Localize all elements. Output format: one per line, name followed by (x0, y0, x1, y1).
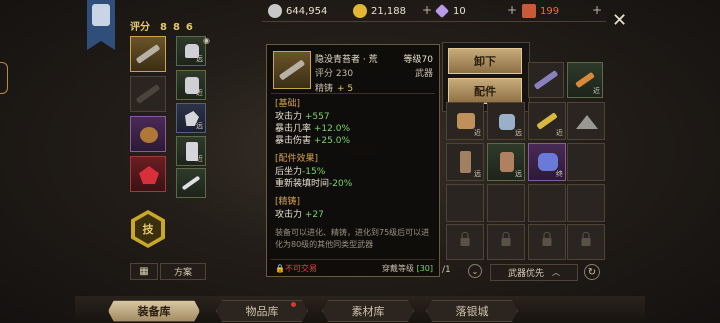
section-title-basic: [基础] (275, 99, 301, 109)
silver-coin-icon (268, 4, 282, 18)
inventory-slot-empty[interactable] (487, 184, 525, 222)
currency-divider (262, 21, 606, 22)
inventory-slot-empty[interactable] (528, 184, 566, 222)
bracer-icon (500, 152, 514, 172)
lock-icon: 🔒 (275, 264, 285, 273)
page-indicator: /1 (442, 265, 451, 275)
add-ticket-button[interactable]: + (592, 3, 602, 17)
equip-slot-relic[interactable] (130, 156, 166, 192)
grid-icon: ▦ (139, 266, 149, 277)
item-tooltip: 隐没青苔者 · 荒 等级70 评分 230 武器 精铸 + 5 [基础] 攻击力 … (266, 44, 440, 277)
dagger-icon (536, 112, 558, 130)
stat-line: 重新装填时间-20% (275, 179, 353, 189)
currency-gold: 21,188 (353, 3, 406, 19)
section-title-refine: [精铸] (275, 197, 301, 207)
currency-silver: 644,954 (268, 3, 327, 19)
refresh-icon[interactable]: ↻ (584, 264, 600, 280)
tab-city[interactable]: 落银城 (426, 300, 518, 322)
shoulder-armor-icon (499, 114, 515, 130)
blade-icon (181, 175, 201, 191)
stat-line: 攻击力 +557 (275, 112, 330, 122)
equip-slot-weapon[interactable] (130, 36, 166, 72)
inventory-slot-empty[interactable] (567, 143, 605, 181)
section-title-parts: [配件效果] (275, 154, 319, 164)
add-diamond-button[interactable]: + (507, 3, 517, 17)
banner-emblem-icon (92, 4, 110, 26)
lock-icon (501, 232, 511, 246)
gauntlet-icon (538, 153, 558, 171)
tooltip-item-image (273, 51, 311, 89)
chevron-down-icon[interactable]: ⌄ (468, 264, 482, 278)
bracer-icon (140, 127, 158, 143)
close-icon[interactable]: ✕ (612, 10, 627, 31)
notification-dot (291, 302, 296, 307)
axe-icon (575, 71, 595, 89)
rifle-icon (135, 44, 161, 64)
inventory-slot-empty[interactable] (446, 184, 484, 222)
item-level: 等级70 (403, 55, 433, 65)
ticket-icon (522, 4, 536, 18)
inventory-item[interactable]: 终 (528, 143, 566, 181)
inventory-item[interactable] (567, 102, 605, 140)
inventory-item[interactable]: 近 (528, 102, 566, 140)
equip-slot-secondary[interactable] (130, 76, 166, 112)
item-description: 装备可以进化、精铸，进化到75级后可以进化为80级的其他同类型武器 (275, 228, 430, 249)
equip-slot-bracer[interactable] (130, 116, 166, 152)
sort-dropdown[interactable]: 武器优先 ︿ (490, 264, 578, 281)
parts-button[interactable]: 配件 (448, 78, 522, 104)
lock-icon (460, 232, 470, 246)
gauntlet-icon (457, 113, 475, 129)
lock-icon (542, 232, 552, 246)
diamond-icon (434, 3, 450, 19)
item-name: 隐没青苔者 · 荒 (315, 55, 378, 65)
inventory-item[interactable]: 近 (446, 102, 484, 140)
stat-line: 后坐力-15% (275, 167, 326, 177)
inventory-slot-locked[interactable] (487, 224, 525, 260)
crystal-icon (139, 166, 159, 184)
lock-icon (581, 232, 591, 246)
gun-silhouette-icon (135, 84, 161, 104)
inventory-slot-locked[interactable] (567, 224, 605, 260)
unequip-button[interactable]: 卸下 (448, 48, 522, 74)
wear-level: 穿戴等级 [30] (382, 264, 433, 273)
currency-ticket: 199 (522, 3, 559, 19)
plan-button[interactable]: 方案 (160, 263, 206, 280)
inventory-slot-locked[interactable] (446, 224, 484, 260)
tooltip-divider (271, 93, 435, 94)
equip-slot-helmet[interactable]: 远 (176, 36, 206, 66)
trade-status: 🔒不可交易 (275, 264, 317, 273)
inventory-item[interactable] (528, 62, 564, 98)
currency-diamond: 10 (434, 3, 466, 19)
add-gold-button[interactable]: + (422, 3, 432, 17)
rifle-icon (278, 59, 306, 81)
inventory-slot-locked[interactable] (528, 224, 566, 260)
visibility-eye-icon[interactable]: ◉ (203, 36, 210, 45)
chevron-up-icon: ︿ (552, 268, 560, 277)
equip-slot-blade[interactable] (176, 168, 206, 198)
equip-slot-boots[interactable]: 近 (176, 136, 206, 166)
stat-line: 攻击力 +27 (275, 210, 324, 220)
inventory-item[interactable]: 远 (487, 143, 525, 181)
rifle-icon (533, 70, 559, 90)
inventory-slot-empty[interactable] (567, 184, 605, 222)
stat-line: 暴击伤害 +25.0% (275, 136, 351, 146)
tab-materials[interactable]: 素材库 (322, 300, 414, 322)
inventory-item[interactable]: 远 (446, 143, 484, 181)
boots-icon (460, 151, 471, 173)
gold-coin-icon (353, 4, 367, 18)
tooltip-divider (271, 259, 435, 260)
equip-slot-armor[interactable]: 近 (176, 70, 206, 100)
tab-equipment[interactable]: 装备库 (108, 300, 200, 322)
score-display: 评分 886 (130, 22, 199, 33)
item-type: 武器 (414, 69, 433, 79)
inventory-item[interactable]: 近 (567, 62, 603, 98)
left-edge-tab[interactable] (0, 62, 8, 94)
inventory-item[interactable]: 远 (487, 102, 525, 140)
stat-line: 暴击几率 +12.0% (275, 124, 351, 134)
item-score: 评分 230 (315, 69, 354, 79)
hat-icon (576, 115, 598, 129)
equip-slot-gloves[interactable]: 远 (176, 103, 206, 133)
grid-view-button[interactable]: ▦ (130, 263, 158, 280)
